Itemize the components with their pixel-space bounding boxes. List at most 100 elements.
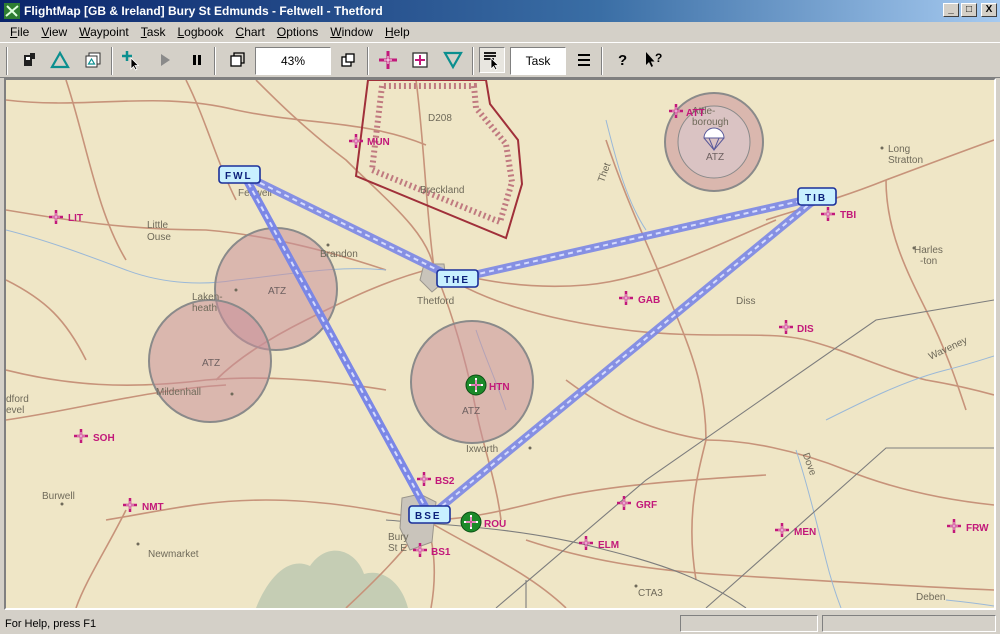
- svg-text:Little: Little: [147, 220, 169, 231]
- task-field[interactable]: Task: [510, 47, 566, 75]
- status-bar: For Help, press F1: [0, 612, 1000, 634]
- zoom-window-button[interactable]: [224, 47, 250, 73]
- svg-text:BSE: BSE: [415, 511, 442, 522]
- inverted-triangle-icon: [443, 51, 463, 70]
- svg-text:FRW: FRW: [966, 523, 989, 534]
- toolbar-separator: [472, 47, 474, 75]
- menu-options[interactable]: Options: [271, 25, 324, 39]
- turnpoint-the[interactable]: THE: [436, 269, 479, 288]
- window-icon: [230, 52, 245, 67]
- atz-label-attleborough: ATZ: [706, 152, 724, 163]
- restore-window-icon: [341, 53, 355, 67]
- title-bar[interactable]: FlightMap [GB & Ireland] Bury St Edmunds…: [0, 0, 1000, 22]
- svg-text:Thetford: Thetford: [417, 296, 454, 307]
- menu-chart[interactable]: Chart: [230, 25, 271, 39]
- glider-select-button[interactable]: [16, 47, 42, 73]
- svg-text:SOH: SOH: [93, 433, 115, 444]
- turnpoint-layer-button[interactable]: [440, 47, 466, 73]
- menu-bar: File View Waypoint Task Logbook Chart Op…: [0, 22, 1000, 42]
- app-window: FlightMap [GB & Ireland] Bury St Edmunds…: [0, 0, 1000, 634]
- status-pane-1: [680, 615, 818, 632]
- list-icon: [578, 54, 590, 66]
- svg-text:St E: St E: [388, 543, 407, 554]
- svg-text:?: ?: [618, 52, 627, 69]
- svg-text:heath: heath: [192, 303, 217, 314]
- svg-text:HTN: HTN: [489, 382, 510, 393]
- svg-text:DIS: DIS: [797, 324, 814, 335]
- task-edit-button[interactable]: [479, 47, 505, 73]
- svg-text:Ouse: Ouse: [147, 232, 171, 243]
- map-view-frame[interactable]: ATZ ATZ ATZ ATZ D208 Little Ouse Brandon…: [4, 78, 996, 610]
- toolbar-separator: [111, 47, 113, 75]
- turnpoint-bse[interactable]: BSE: [408, 505, 451, 524]
- svg-text:GRF: GRF: [636, 500, 657, 511]
- toolbar-separator: [214, 47, 216, 75]
- toolbar-separator: [6, 47, 8, 75]
- svg-text:?: ?: [655, 51, 662, 65]
- menu-task[interactable]: Task: [135, 25, 172, 39]
- minimize-button[interactable]: _: [943, 3, 959, 17]
- zoom-level-field[interactable]: 43%: [255, 47, 331, 75]
- maximize-button[interactable]: □: [961, 3, 977, 17]
- context-help-button[interactable]: ?: [641, 47, 667, 73]
- turnpoint-fwl[interactable]: FWL: [218, 165, 261, 184]
- svg-text:CTA3: CTA3: [638, 588, 663, 599]
- svg-text:Mildenhall: Mildenhall: [156, 387, 201, 398]
- device-icon: [24, 53, 35, 66]
- svg-text:Breckland: Breckland: [420, 185, 464, 196]
- svg-text:Newmarket: Newmarket: [148, 549, 199, 560]
- svg-text:Burwell: Burwell: [42, 491, 75, 502]
- svg-text:BS1: BS1: [431, 547, 451, 558]
- waypoint-mun[interactable]: MUN: [349, 134, 390, 148]
- svg-text:Stratton: Stratton: [888, 155, 923, 166]
- close-icon: X: [985, 4, 993, 15]
- add-waypoint-button[interactable]: [118, 47, 144, 73]
- question-mark-icon: ?: [618, 52, 627, 69]
- help-button[interactable]: ?: [609, 47, 635, 73]
- svg-text:TBI: TBI: [840, 210, 856, 221]
- svg-text:FWL: FWL: [225, 171, 253, 182]
- svg-text:THE: THE: [444, 275, 470, 286]
- turnpoint-tib[interactable]: TIB: [797, 187, 837, 206]
- menu-window[interactable]: Window: [324, 25, 379, 39]
- svg-text:LIT: LIT: [68, 213, 83, 224]
- task-cursor-icon: [484, 52, 500, 71]
- svg-text:Diss: Diss: [736, 296, 755, 307]
- airfield-layer-button[interactable]: [407, 47, 433, 73]
- minimize-icon: _: [948, 4, 954, 15]
- pause-button[interactable]: [184, 47, 210, 73]
- svg-text:Laken-: Laken-: [192, 292, 223, 303]
- airspace-list-button[interactable]: [80, 47, 106, 73]
- play-button[interactable]: [152, 47, 178, 73]
- close-button[interactable]: X: [981, 3, 997, 17]
- layers-icon: [85, 52, 101, 68]
- play-icon: [161, 54, 170, 66]
- waypoint-layer-button[interactable]: [375, 47, 401, 73]
- maximize-icon: □: [965, 4, 973, 15]
- airfield-grid-icon: [412, 52, 428, 68]
- zoom-out-button[interactable]: [335, 47, 361, 73]
- status-pane-2: [822, 615, 996, 632]
- menu-logbook[interactable]: Logbook: [171, 25, 229, 39]
- help-cursor-icon: ?: [646, 51, 662, 67]
- menu-waypoint[interactable]: Waypoint: [73, 25, 135, 39]
- atz-label-honington: ATZ: [462, 406, 480, 417]
- atz-label-lakenheath: ATZ: [268, 286, 286, 297]
- svg-text:MEN: MEN: [794, 527, 816, 538]
- svg-text:D208: D208: [428, 113, 452, 124]
- svg-text:Ixworth: Ixworth: [466, 444, 498, 455]
- menu-help[interactable]: Help: [379, 25, 416, 39]
- airspace-button[interactable]: [47, 47, 73, 73]
- svg-text:MUN: MUN: [367, 137, 390, 148]
- menu-view[interactable]: View: [35, 25, 73, 39]
- status-help-text: For Help, press F1: [5, 617, 97, 630]
- task-list-button[interactable]: [571, 47, 597, 73]
- map-canvas[interactable]: ATZ ATZ ATZ ATZ D208 Little Ouse Brandon…: [6, 80, 994, 608]
- menu-file[interactable]: File: [4, 25, 35, 39]
- svg-text:BS2: BS2: [435, 476, 455, 487]
- svg-text:ATT: ATT: [686, 108, 705, 119]
- svg-text:ROU: ROU: [484, 519, 506, 530]
- flightmap-app-icon: [4, 3, 20, 19]
- svg-text:Harles: Harles: [914, 245, 943, 256]
- svg-text:Brandon: Brandon: [320, 249, 358, 260]
